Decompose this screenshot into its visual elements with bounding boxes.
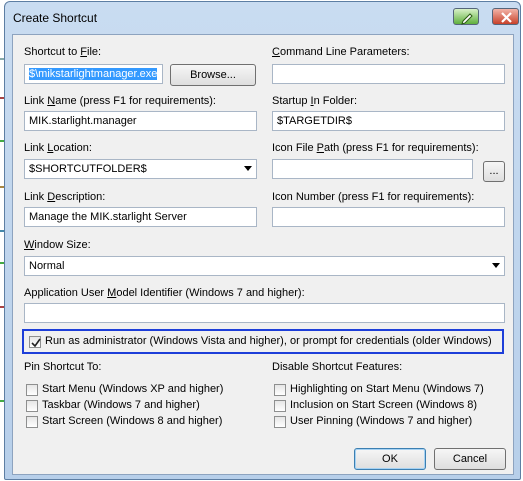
ok-button[interactable]: OK [354,448,426,470]
window-size-combo[interactable]: Normal [24,256,505,276]
link-location-label: Link Location: [24,142,92,154]
chevron-down-icon [492,263,500,268]
shortcut-to-file-label: Shortcut to File: [24,46,102,58]
command-line-label: Command Line Parameters: [272,46,410,58]
link-description-label: Link Description: [24,191,106,203]
pin-start-menu-checkbox[interactable] [26,384,38,396]
close-icon [501,12,512,23]
app-user-model-input[interactable] [24,303,505,323]
pin-start-screen-label: Start Screen (Windows 8 and higher) [42,415,223,427]
startup-folder-label: Startup In Folder: [272,95,358,107]
link-location-value: $SHORTCUTFOLDER$ [29,163,147,175]
run-as-admin-checkbox[interactable] [29,336,41,348]
link-location-combo[interactable]: $SHORTCUTFOLDER$ [24,159,257,179]
icon-file-path-input[interactable] [272,159,473,179]
icon-number-label: Icon Number (press F1 for requirements): [272,191,475,203]
startup-folder-input[interactable]: $TARGETDIR$ [272,111,505,131]
shortcut-to-file-input[interactable]: $\mikstarlightmanager.exe [24,64,163,84]
disable-highlighting-label: Highlighting on Start Menu (Windows 7) [290,383,484,395]
disable-inclusion-label: Inclusion on Start Screen (Windows 8) [290,399,478,411]
icon-file-path-label: Icon File Path (press F1 for requirement… [272,142,479,154]
disable-pinning-checkbox[interactable] [274,416,286,428]
icon-browse-button[interactable]: ... [483,161,505,182]
disable-pinning-label: User Pinning (Windows 7 and higher) [290,415,473,427]
close-button[interactable] [492,8,519,25]
link-description-input[interactable]: Manage the MIK.starlight Server [24,207,257,227]
disable-features-title: Disable Shortcut Features: [272,361,403,373]
create-shortcut-dialog: Create Shortcut Shortcut to File: $\miks… [4,1,521,480]
disable-highlighting-checkbox[interactable] [274,384,286,396]
run-as-admin-label: Run as administrator (Windows Vista and … [45,335,492,347]
help-button[interactable] [453,8,479,25]
app-user-model-label: Application User Model Identifier (Windo… [24,287,305,299]
pin-taskbar-label: Taskbar (Windows 7 and higher) [42,399,200,411]
chevron-down-icon [244,166,252,171]
pin-start-menu-label: Start Menu (Windows XP and higher) [42,383,224,395]
disable-inclusion-checkbox[interactable] [274,400,286,412]
link-name-label: Link Name (press F1 for requirements): [24,95,216,107]
title-bar: Create Shortcut [5,2,520,32]
command-line-input[interactable] [272,64,505,84]
browse-button[interactable]: Browse... [170,64,256,86]
window-size-value: Normal [29,260,65,272]
pin-taskbar-checkbox[interactable] [26,400,38,412]
dialog-body: Shortcut to File: $\mikstarlightmanager.… [12,34,514,475]
icon-number-input[interactable] [272,207,505,227]
window-size-label: Window Size: [24,239,91,251]
dialog-title: Create Shortcut [13,11,98,25]
edit-icon [461,13,473,25]
checkmark-icon [31,338,41,348]
pin-shortcut-title: Pin Shortcut To: [24,361,102,373]
pin-start-screen-checkbox[interactable] [26,416,38,428]
cancel-button[interactable]: Cancel [434,448,506,470]
link-name-input[interactable]: MIK.starlight.manager [24,111,257,131]
